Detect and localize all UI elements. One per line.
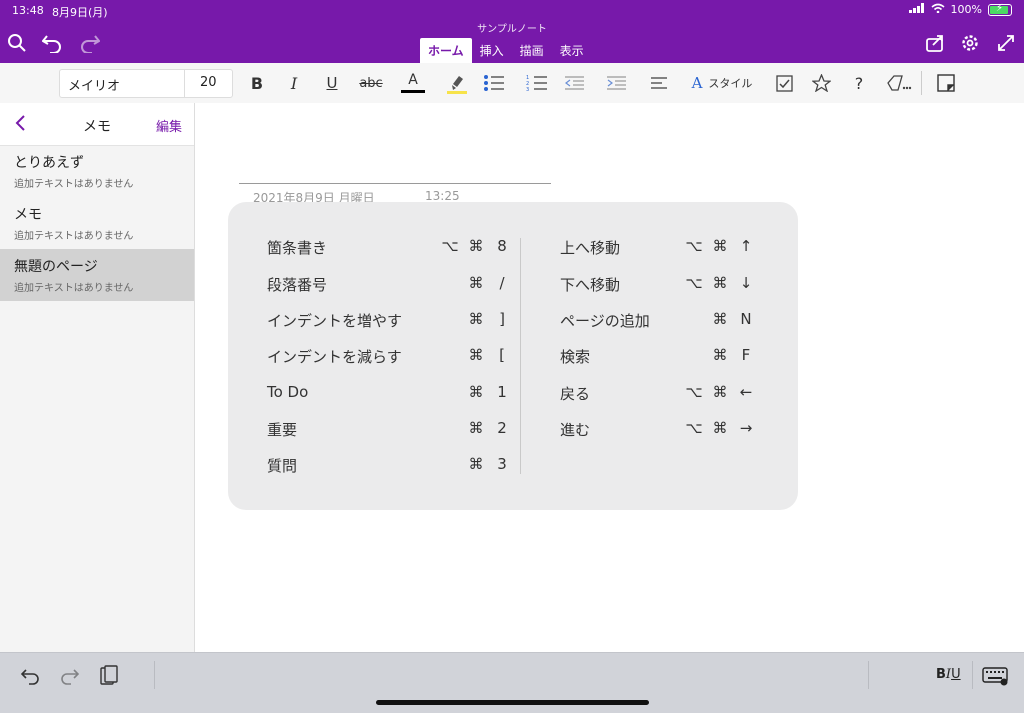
page-item-title: 無題のページ (14, 259, 98, 275)
star-icon[interactable] (811, 71, 831, 95)
page-item-subtitle: 追加テキストはありません (14, 283, 134, 294)
redo-icon[interactable] (56, 663, 82, 689)
keyboard-dismiss-icon[interactable] (982, 663, 1010, 689)
shortcut-label: 戻る (560, 385, 591, 403)
italic-button[interactable]: I (286, 71, 302, 95)
question-tag-icon[interactable]: ? (850, 71, 868, 95)
increase-indent-icon[interactable] (604, 71, 628, 95)
status-bar: 13:48 8月9日(月) 100% ⚡ (0, 0, 1024, 22)
font-size[interactable]: 20 (200, 75, 217, 90)
battery-percent: 100% (950, 3, 982, 16)
wifi-icon (931, 3, 945, 16)
page-list-item[interactable]: メモ 追加テキストはありません (0, 197, 194, 249)
status-date: 8月9日(月) (52, 6, 108, 19)
strikethrough-button[interactable]: abc (358, 71, 384, 95)
shortcut-label: 上へ移動 (560, 239, 621, 257)
battery-icon: ⚡ (988, 3, 1012, 16)
status-right: 100% ⚡ (908, 3, 1012, 16)
shortcut-label: To Do (267, 383, 309, 401)
tab-draw[interactable]: 描画 (512, 38, 552, 63)
page-item-subtitle: 追加テキストはありません (14, 231, 134, 242)
app-toolbar: サンプルノート ホーム 挿入 描画 表示 (0, 22, 1024, 63)
shortcut-label: 質問 (267, 457, 298, 475)
shortcut-label: 段落番号 (267, 276, 328, 294)
shortcut-row: インデントを増やす ⌘] (267, 310, 505, 330)
format-biu-button[interactable]: BIU (936, 667, 961, 682)
font-picker[interactable]: メイリオ 20 (59, 69, 233, 98)
keyboard-shortcuts-overlay: 箇条書き ⌥ ⌘ 8 段落番号 ⌘ / インデントを増やす ⌘] インデントを減らす … (228, 202, 798, 510)
tag-more-icon[interactable] (885, 71, 913, 95)
shortcut-label: インデントを増やす (267, 312, 403, 330)
notebook-title: サンプルノート (477, 24, 547, 35)
page-list-item[interactable]: とりあえず 追加テキストはありません (0, 145, 194, 197)
expand-icon[interactable] (995, 32, 1017, 54)
share-icon[interactable] (924, 32, 946, 54)
shortcut-row: 重要 ⌘ 2 (267, 419, 507, 439)
shortcut-row: 検索 ⌘ F (560, 346, 751, 366)
paste-icon[interactable] (96, 663, 122, 689)
home-ribbon: メイリオ 20 B I U abc A 123 A スタイル ? (0, 63, 1024, 104)
shortcut-row: インデントを減らす ⌘[ (267, 346, 505, 366)
bullet-list-icon[interactable] (482, 71, 506, 95)
search-icon[interactable] (6, 32, 28, 54)
shortcut-row: 戻る ⌥ ⌘ ← (560, 383, 753, 403)
page-title-line[interactable] (239, 183, 551, 184)
shortcut-label: ページの追加 (560, 312, 650, 330)
style-button[interactable]: A スタイル (686, 71, 758, 95)
shortcut-row: ページの追加 ⌘ N (560, 310, 752, 330)
decrease-indent-icon[interactable] (562, 71, 586, 95)
tab-home[interactable]: ホーム (420, 38, 472, 63)
shortcut-label: 重要 (267, 421, 298, 439)
shortcut-row: To Do ⌘ 1 (267, 383, 507, 401)
page-item-title: メモ (14, 207, 42, 223)
page-item-subtitle: 追加テキストはありません (14, 179, 134, 190)
font-name[interactable]: メイリオ (68, 75, 120, 94)
shortcut-label: 進む (560, 421, 591, 439)
style-label: スタイル (708, 77, 753, 90)
biu-underline: U (951, 667, 961, 682)
style-icon: A (691, 74, 703, 92)
column-divider (520, 238, 521, 474)
biu-bold: B (936, 667, 946, 682)
signal-icon (908, 3, 925, 16)
shortcut-label: 下へ移動 (560, 276, 621, 294)
redo-icon[interactable] (78, 32, 100, 54)
keyboard-accessory-bar: BIU (0, 652, 1024, 713)
gear-icon[interactable] (959, 32, 981, 54)
shortcut-row: 下へ移動 ⌥ ⌘ ↓ (560, 274, 753, 294)
shortcut-row: 質問 ⌘ 3 (267, 455, 507, 475)
page-list-item-selected[interactable]: 無題のページ 追加テキストはありません (0, 249, 194, 301)
shortcut-row: 段落番号 ⌘ / (267, 274, 505, 294)
page-time: 13:25 (425, 189, 460, 203)
shortcut-label: 箇条書き (267, 239, 328, 257)
font-color-swatch (401, 90, 425, 93)
shortcut-row: 箇条書き ⌥ ⌘ 8 (267, 237, 507, 257)
shortcut-label: インデントを減らす (267, 348, 402, 366)
sticky-note-icon[interactable] (936, 71, 956, 95)
ribbon-tabs: ホーム 挿入 描画 表示 (420, 38, 592, 63)
numbered-list-icon[interactable]: 123 (525, 71, 549, 95)
home-indicator (376, 700, 649, 705)
shortcut-row: 上へ移動 ⌥ ⌘ ↑ (560, 237, 753, 257)
font-color-label: A (408, 72, 418, 88)
align-left-icon[interactable] (648, 71, 670, 95)
undo-icon[interactable] (42, 32, 64, 54)
font-color-button[interactable]: A (400, 71, 426, 95)
bold-button[interactable]: B (248, 71, 266, 95)
svg-text:3: 3 (526, 87, 529, 92)
edit-button[interactable]: 編集 (156, 116, 182, 135)
page-list-sidebar: メモ 編集 とりあえず 追加テキストはありません メモ 追加テキストはありません… (0, 103, 195, 652)
tab-insert[interactable]: 挿入 (472, 38, 512, 63)
status-time: 13:48 (12, 4, 44, 17)
page-item-title: とりあえず (14, 155, 84, 171)
underline-button[interactable]: U (324, 71, 340, 95)
highlighter-icon[interactable] (443, 71, 469, 95)
tab-view[interactable]: 表示 (552, 38, 592, 63)
shortcut-row: 進む ⌥ ⌘ → (560, 419, 753, 439)
undo-icon[interactable] (18, 663, 44, 689)
sidebar-header: メモ 編集 (0, 103, 194, 146)
shortcut-label: 検索 (560, 348, 591, 366)
todo-checkbox-icon[interactable] (774, 71, 794, 95)
